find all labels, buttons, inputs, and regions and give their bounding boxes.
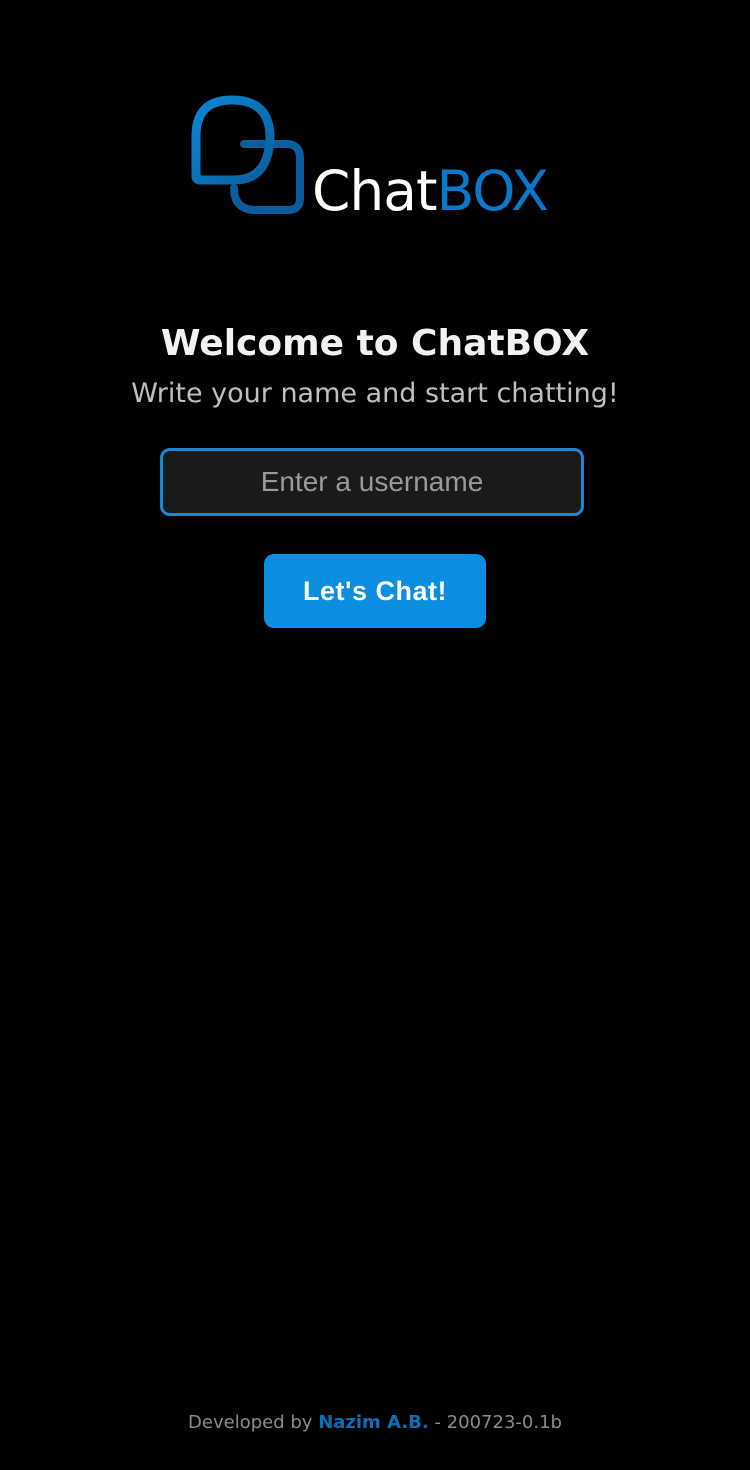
app-logo: ChatBOX: [186, 94, 556, 224]
footer-author-link[interactable]: Nazim A.B.: [318, 1412, 429, 1433]
logo-text-chat: Chat: [312, 159, 438, 223]
page-title: Welcome to ChatBOX: [160, 323, 590, 364]
page-subtitle: Write your name and start chatting!: [131, 378, 619, 409]
username-input[interactable]: [160, 448, 584, 516]
footer: Developed by Nazim A.B. - 200723-0.1b: [0, 1410, 750, 1436]
chat-bubbles-icon: [191, 95, 304, 214]
footer-version: - 200723-0.1b: [434, 1412, 562, 1433]
lets-chat-button[interactable]: Let's Chat!: [264, 554, 486, 628]
logo-wordmark: ChatBOX: [312, 164, 549, 219]
logo-text-box: BOX: [436, 159, 549, 223]
footer-prefix: Developed by: [188, 1412, 313, 1433]
